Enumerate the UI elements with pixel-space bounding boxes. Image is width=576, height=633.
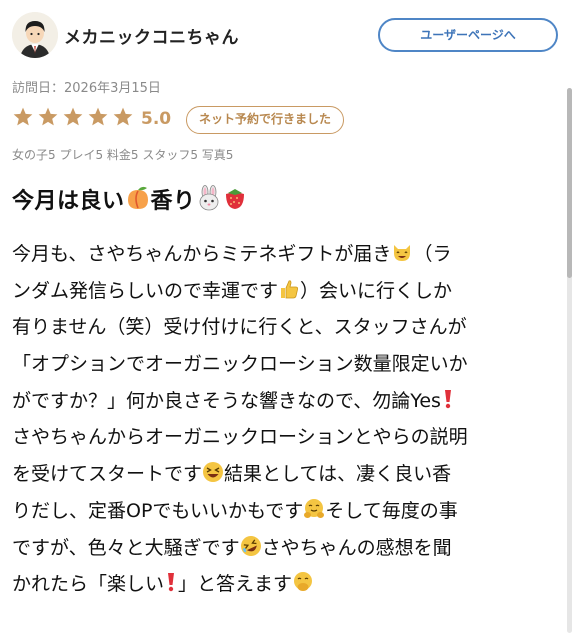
grinning-squint-emoji-icon xyxy=(202,459,224,496)
review-line: りだし、定番OPでもいいかもです そして毎度の事 xyxy=(12,493,560,530)
review-line: 「オプションでオーガニックローション数量限定いか xyxy=(12,346,560,383)
title-text: 今月は良い xyxy=(12,189,125,214)
review-line: ですが、色々と大騒ぎです さやちゃんの感想を聞 xyxy=(12,530,560,567)
strawberry-emoji-icon xyxy=(222,185,248,217)
category-scores: 女の子5 プレイ5 料金5 スタッフ5 写真5 xyxy=(12,148,234,162)
star-icon xyxy=(63,107,83,126)
review-text: ンダム発信らしいので幸運です xyxy=(12,279,279,302)
hand-over-mouth-emoji-icon xyxy=(292,569,314,606)
scrollbar-thumb[interactable] xyxy=(567,88,572,278)
review-text: がですか？」何か良さそうな響きなので、勿論Yes xyxy=(12,389,441,412)
review-title: 今月は良い 香り xyxy=(12,183,248,217)
rofl-emoji-icon xyxy=(240,533,262,570)
star-icon xyxy=(113,107,133,126)
avatar-icon xyxy=(12,12,58,58)
review-line: かれたら「楽しい 」と答えます xyxy=(12,566,560,603)
review-text: 有りません（笑）受け付けに行くと、スタッフさんが xyxy=(12,316,467,339)
hugging-face-emoji-icon xyxy=(303,496,325,533)
star-icon xyxy=(88,107,108,126)
rating-row: 5.0 ネット予約で行きました xyxy=(12,106,572,136)
star-icon xyxy=(38,107,58,126)
review-text: 今月も、さやちゃんからミテネギフトが届き xyxy=(12,243,392,265)
review-line: がですか？」何か良さそうな響きなので、勿論Yes xyxy=(12,383,560,420)
star-icon xyxy=(13,107,33,126)
review-text: りだし、定番OPでもいいかもです xyxy=(12,499,304,522)
username[interactable]: メカニックコニちゃん xyxy=(64,23,239,48)
review-text: ）会いに行くしか xyxy=(300,279,453,302)
exclamation-emoji-icon xyxy=(441,386,455,423)
thumbs-up-emoji-icon xyxy=(278,276,300,313)
peach-emoji-icon xyxy=(125,185,151,217)
review-line: 有りません（笑）受け付けに行くと、スタッフさんが xyxy=(12,309,560,346)
visit-date: 訪問日：2026年3月15日 xyxy=(12,81,161,96)
review-text: さやちゃんからオーガニックローションとやらの説明 xyxy=(12,426,468,449)
user-page-button[interactable]: ユーザーページへ xyxy=(378,18,558,52)
review-text: を受けてスタートです xyxy=(12,463,203,486)
review-text: かれたら「楽しい xyxy=(12,573,165,596)
reservation-badge: ネット予約で行きました xyxy=(186,106,345,134)
cat-emoji-icon xyxy=(391,239,413,276)
review-line: を受けてスタートです 結果としては、凄く良い香 xyxy=(12,456,560,493)
review-text: ですが、色々と大騒ぎです xyxy=(12,536,240,559)
star-rating xyxy=(12,106,137,136)
avatar[interactable] xyxy=(12,12,58,58)
review-text: 「オプションでオーガニックローション数量限定いか xyxy=(12,353,468,376)
review-line: 今月も、さやちゃんからミテネギフトが届き （ラ xyxy=(12,236,560,273)
review-body: 今月も、さやちゃんからミテネギフトが届き （ラ ンダム発信らしいので幸運です ）会い… xyxy=(12,236,560,603)
review-line: さやちゃんからオーガニックローションとやらの説明 xyxy=(12,419,560,456)
review-text: 結果としては、凄く良い香 xyxy=(224,463,452,486)
review-text: 」と答えます xyxy=(178,573,293,596)
rabbit-emoji-icon xyxy=(196,185,222,217)
scrollbar[interactable] xyxy=(567,88,572,633)
title-text: 香り xyxy=(150,189,196,214)
review-line: ンダム発信らしいので幸運です ）会いに行くしか xyxy=(12,273,560,310)
exclamation-emoji-icon xyxy=(164,569,178,606)
review-text: （ラ xyxy=(413,243,452,265)
review-text: そして毎度の事 xyxy=(325,499,458,522)
review-header: メカニックコニちゃん ユーザーページへ xyxy=(12,12,558,60)
review-text: さやちゃんの感想を聞 xyxy=(261,536,452,559)
rating-score: 5.0 xyxy=(141,109,172,129)
